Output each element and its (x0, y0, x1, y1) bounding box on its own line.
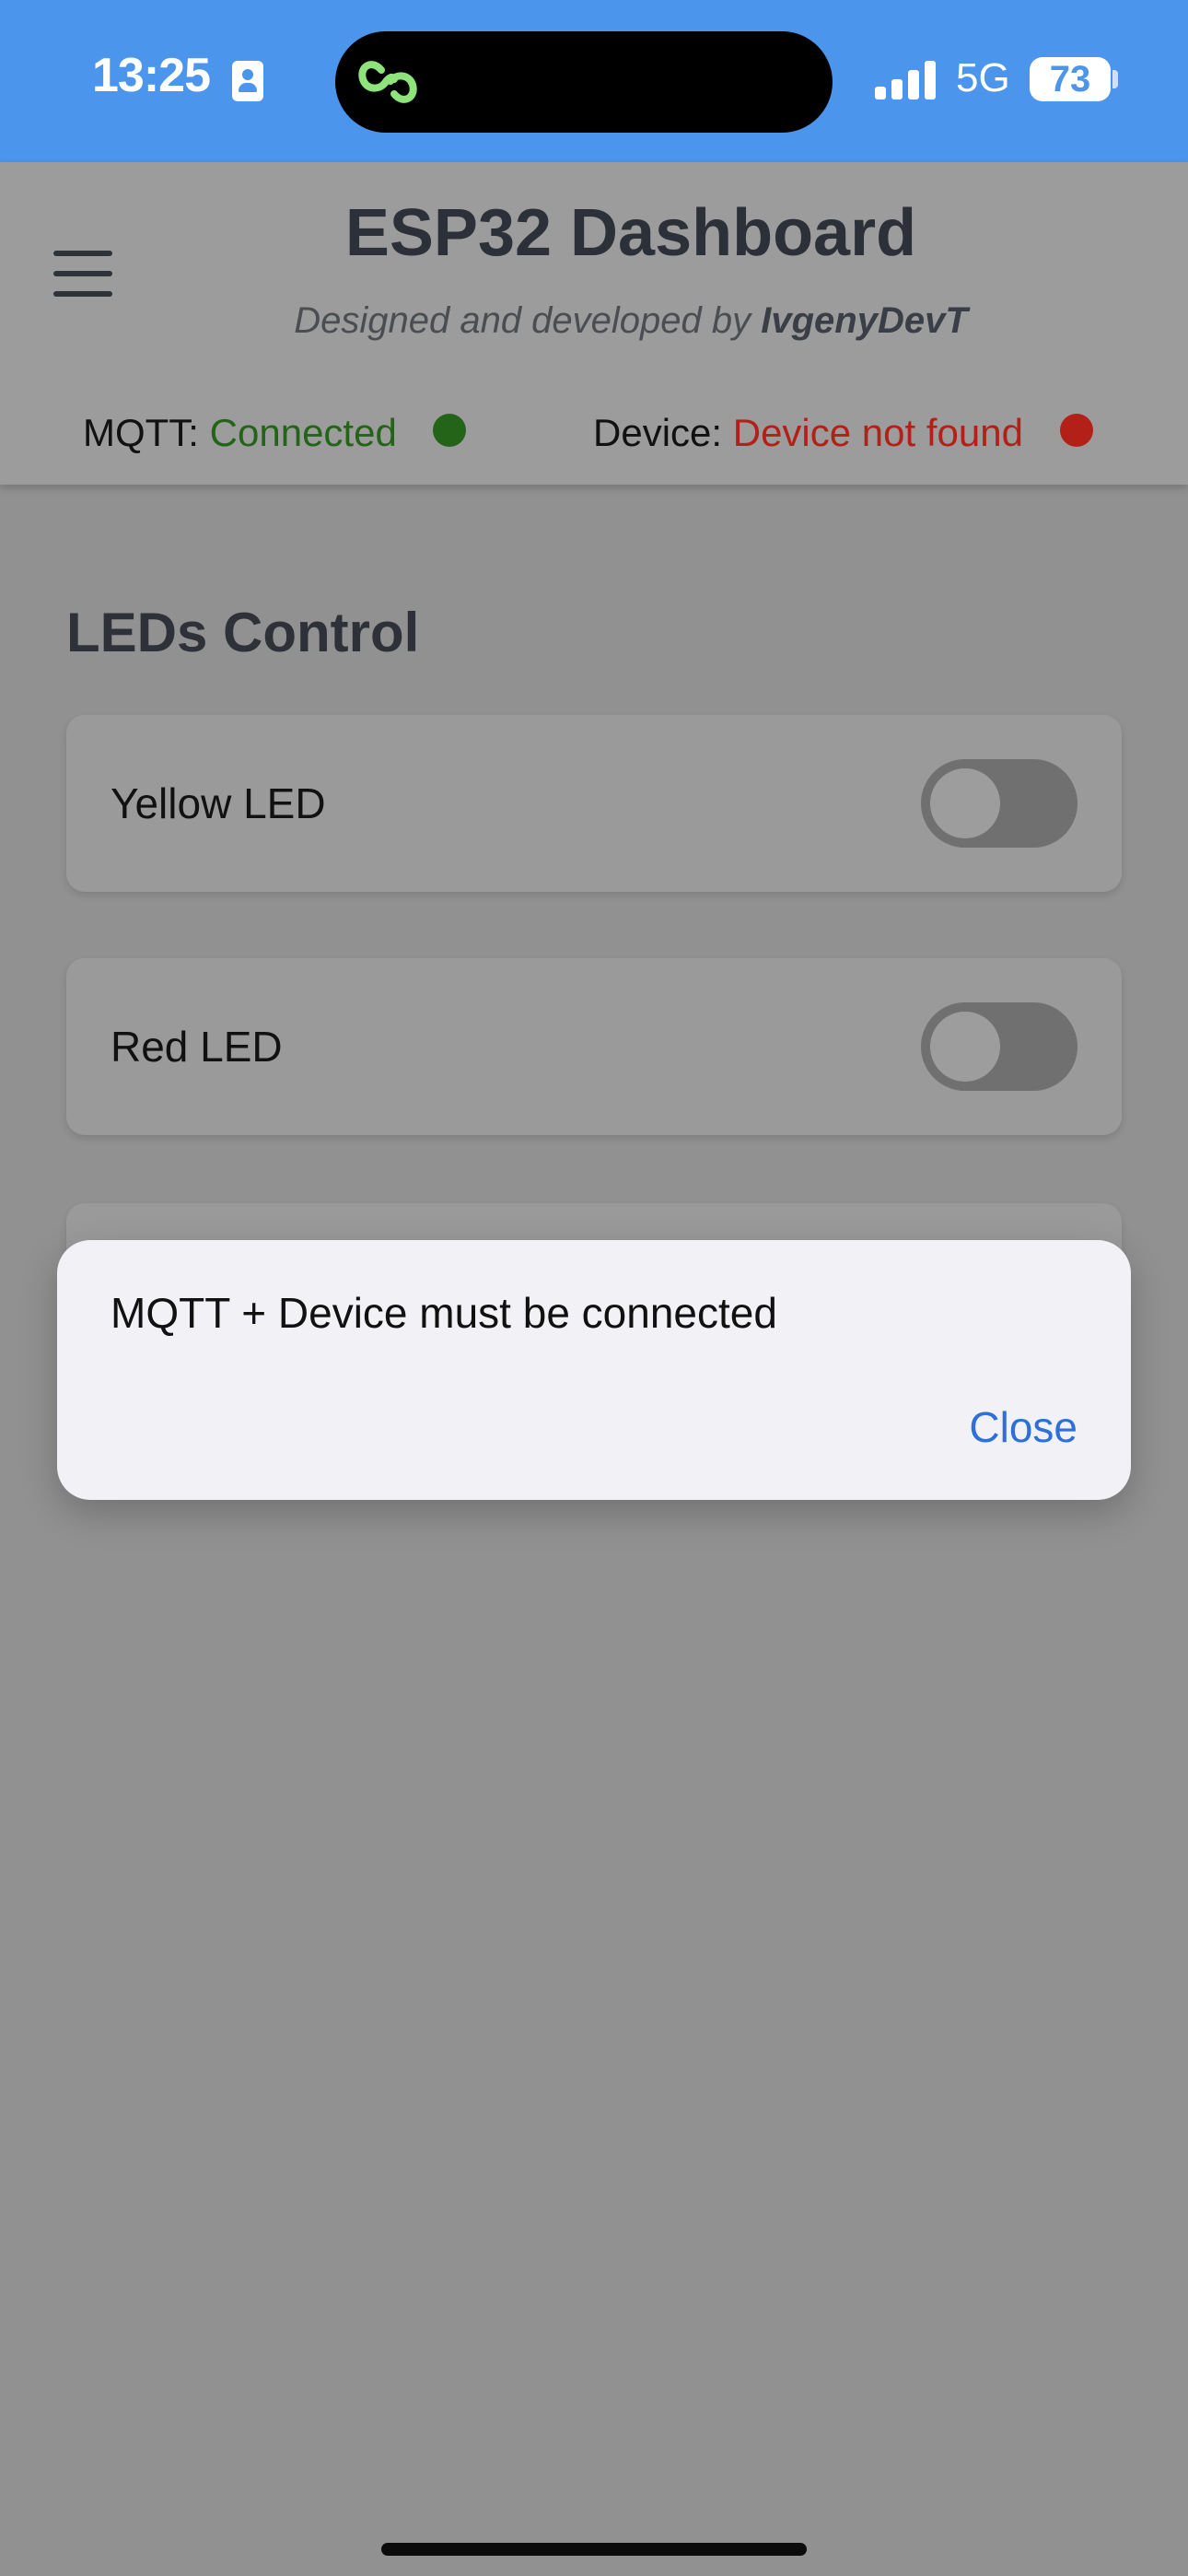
battery-icon: 73 (1030, 57, 1111, 101)
dynamic-island (335, 31, 833, 133)
subtitle-prefix: Designed and developed by (294, 300, 751, 341)
device-label: Device: (593, 411, 723, 454)
close-button[interactable]: Close (969, 1402, 1077, 1452)
page-subtitle: Designed and developed by IvgenyDevT (0, 300, 1188, 342)
battery-tip (1112, 70, 1118, 88)
led-card-yellow: Yellow LED (66, 715, 1122, 892)
device-status-row: Device: Device not found (593, 411, 1093, 455)
home-indicator[interactable] (381, 2543, 807, 2556)
led-card-red: Red LED (66, 958, 1122, 1135)
page-title: ESP32 Dashboard (344, 196, 917, 270)
status-time: 13:25 (92, 49, 211, 102)
subtitle-author: IvgenyDevT (761, 300, 968, 341)
leds-section-title: LEDs Control (66, 602, 420, 663)
alert-dialog: MQTT + Device must be connected Close (57, 1240, 1131, 1500)
device-status-dot (1059, 413, 1093, 447)
id-card-icon (232, 61, 263, 101)
yellow-led-toggle[interactable] (921, 759, 1077, 848)
mqtt-label: MQTT: (83, 411, 199, 454)
signal-icon (875, 61, 939, 100)
app-header: ESP32 Dashboard Designed and developed b… (0, 162, 1188, 485)
mqtt-status-text: Connected (209, 411, 397, 454)
link-icon (358, 61, 417, 103)
mqtt-status-row: MQTT: Connected (83, 411, 467, 455)
status-bar: 13:25 5G 73 (0, 0, 1188, 162)
device-status-text: Device not found (732, 411, 1023, 454)
led-label: Yellow LED (111, 779, 326, 827)
network-label: 5G (956, 55, 1010, 100)
alert-message: MQTT + Device must be connected (111, 1289, 777, 1337)
red-led-toggle[interactable] (921, 1002, 1077, 1091)
led-label: Red LED (111, 1023, 283, 1071)
mqtt-status-dot (433, 413, 467, 447)
